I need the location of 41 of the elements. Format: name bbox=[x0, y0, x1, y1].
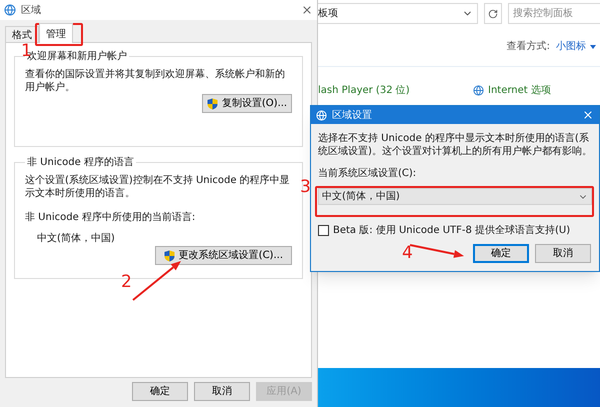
group-description: 这个设置(系统区域设置)控制在不支持 Unicode 的程序中显示文本时所使用的语言。 bbox=[25, 174, 291, 200]
group-description: 查看你的国际设置并将其复制到欢迎屏幕、系统帐户和新的用户帐户。 bbox=[25, 68, 286, 94]
checkbox-label: Beta 版: 使用 Unicode UTF-8 提供全球语言支持(U) bbox=[333, 224, 570, 238]
close-icon[interactable] bbox=[301, 4, 313, 16]
dialog-button[interactable]: 确定 bbox=[473, 244, 529, 263]
address-text: 板项 bbox=[318, 6, 338, 21]
refresh-icon bbox=[488, 8, 498, 18]
dialog-button[interactable]: 确定 bbox=[132, 382, 188, 401]
dialog-button[interactable]: 复制设置(O)... bbox=[202, 94, 292, 113]
current-language-label: 非 Unicode 程序中所使用的当前语言: bbox=[25, 210, 196, 225]
tab[interactable]: 格式 bbox=[5, 26, 39, 42]
shield-icon bbox=[164, 250, 175, 262]
view-label: 查看方式: bbox=[506, 40, 550, 54]
globe-icon bbox=[4, 4, 16, 16]
step-number: 3 bbox=[300, 178, 311, 196]
window-title: 区域 bbox=[21, 4, 42, 18]
group-title: 非 Unicode 程序的语言 bbox=[26, 156, 135, 170]
view-mode-link[interactable]: 小图标 bbox=[556, 39, 596, 54]
arrow-drawing bbox=[132, 261, 181, 301]
search-field[interactable]: 搜索控制面板 bbox=[508, 3, 600, 24]
select-label: 当前系统区域设置(C): bbox=[318, 166, 418, 181]
step-number: 4 bbox=[402, 244, 413, 262]
dialog-button[interactable]: 更改系统区域设置(C)... bbox=[154, 246, 292, 265]
close-icon[interactable] bbox=[582, 109, 594, 121]
highlight-frame bbox=[35, 23, 83, 46]
shield-icon bbox=[206, 98, 218, 110]
tab[interactable]: 管理 bbox=[39, 23, 73, 43]
locale-select[interactable]: 中文(简体，中国) bbox=[318, 188, 592, 205]
dialog-button[interactable]: 取消 bbox=[194, 382, 250, 401]
window-title: 区域设置 bbox=[332, 108, 373, 122]
globe-icon bbox=[316, 110, 327, 120]
current-language-value: 中文(简体，中国) bbox=[36, 232, 116, 246]
address-bar[interactable]: 板项 bbox=[318, 3, 478, 24]
control-panel-item[interactable]: Internet 选项 bbox=[473, 83, 600, 98]
dialog-button[interactable]: 取消 bbox=[535, 244, 591, 263]
checkbox[interactable] bbox=[318, 225, 329, 236]
step-number: 2 bbox=[121, 273, 132, 291]
refresh-button[interactable] bbox=[484, 3, 502, 24]
control-panel-item[interactable]: lash Player (32 位) bbox=[318, 83, 473, 98]
globe-icon bbox=[473, 85, 484, 96]
dialog-description: 选择在不支持 Unicode 的程序中显示文本时所使用的语言(系统区域设置)。这个设置对计算机上的所有用户帐户都有影响。 bbox=[318, 132, 592, 158]
